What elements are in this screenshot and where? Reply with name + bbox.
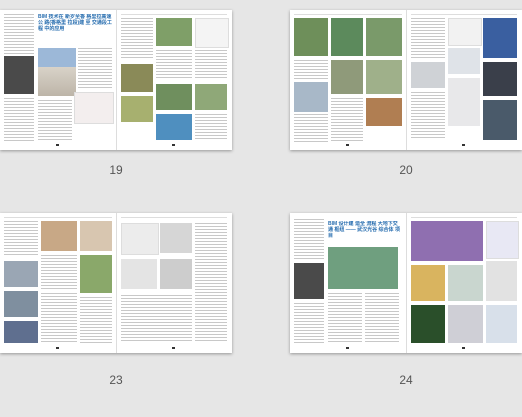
bridge-image (366, 60, 402, 94)
road-image (366, 18, 402, 56)
page-footer-mark (56, 347, 59, 349)
header-rule (294, 14, 402, 15)
text-column (195, 114, 227, 140)
page-spread-24[interactable]: BIM 设计建 造全 流程 大地下交通 枢纽 —— 武汉光谷 综合体 项目 (290, 213, 522, 353)
article-headline: BIM 设计建 造全 流程 大地下交通 枢纽 —— 武汉光谷 综合体 项目 (328, 221, 400, 239)
road-image (366, 98, 402, 126)
model-image (483, 18, 517, 58)
page-spread-19[interactable]: BIM 技术在 新岁至香 格里拉高速公 路(香格里 拉段)建 至 交通段工程 中… (0, 10, 232, 150)
map-image (411, 265, 445, 301)
rendering-image (328, 247, 398, 289)
header-rule (121, 14, 227, 15)
text-column (411, 92, 445, 140)
page-footer-mark (172, 347, 175, 349)
model-image (411, 62, 445, 88)
header-rule (121, 217, 227, 218)
text-column (38, 100, 72, 140)
model-image (160, 259, 192, 289)
header-rule (411, 14, 517, 15)
spread-gutter (406, 213, 407, 353)
article-headline: BIM 技术在 新岁至香 格里拉高速公 路(香格里 拉段)建 至 交通段工程 中… (38, 14, 112, 32)
text-column (121, 295, 192, 343)
text-column (80, 297, 112, 343)
text-column (156, 50, 192, 80)
text-column (294, 303, 324, 343)
text-column (365, 293, 399, 343)
model-image (4, 321, 38, 343)
spread-gutter (116, 213, 117, 353)
text-column (41, 293, 77, 343)
text-column (121, 18, 153, 60)
text-column (411, 18, 445, 58)
model-image (4, 261, 38, 287)
road-image (331, 18, 363, 56)
model-image (4, 291, 38, 317)
terrain-image (156, 18, 192, 46)
text-column (78, 48, 112, 88)
text-column (4, 14, 34, 54)
sidebar-block (294, 263, 324, 299)
aerial-image (195, 84, 227, 110)
page-footer-mark (462, 144, 465, 146)
bridge-image (331, 60, 363, 94)
model-image (160, 223, 192, 253)
text-column (4, 221, 38, 257)
diagram-image (448, 48, 480, 74)
text-column (331, 98, 363, 142)
spread-page-label: 23 (109, 373, 123, 387)
aerial-image (80, 255, 112, 293)
text-column (195, 223, 227, 343)
building-photo (80, 221, 112, 251)
page-spread-20[interactable] (290, 10, 522, 150)
diagram-image (486, 305, 517, 343)
text-column (41, 255, 77, 289)
text-column (4, 98, 34, 143)
model-image (448, 265, 483, 301)
spread-page-label: 20 (399, 163, 413, 177)
road-image (294, 18, 328, 56)
landscape-image (121, 96, 153, 122)
model-image (121, 259, 157, 289)
screen-image (411, 305, 445, 343)
model-image (121, 223, 159, 255)
diagram-image (448, 18, 482, 46)
interior-image (411, 221, 483, 261)
diagram-image (486, 261, 517, 301)
page-footer-mark (346, 144, 349, 146)
page-spread-23[interactable] (0, 213, 232, 353)
page-footer-mark (346, 347, 349, 349)
text-column (328, 293, 362, 343)
sidebar-block (4, 56, 34, 94)
spread-gutter (406, 10, 407, 150)
text-column (195, 50, 227, 80)
model-image (156, 114, 192, 140)
aerial-image (121, 64, 153, 92)
tunnel-image (294, 82, 328, 112)
header-rule (4, 217, 112, 218)
building-photo (41, 221, 77, 251)
road-image (483, 100, 517, 140)
building-photo (38, 48, 76, 96)
spread-page-label: 19 (109, 163, 123, 177)
text-column (294, 114, 328, 142)
diagram-image (486, 221, 519, 259)
spread-page-label: 24 (399, 373, 413, 387)
page-footer-mark (56, 144, 59, 146)
model-image (448, 305, 483, 343)
header-rule (411, 217, 517, 218)
model-image (448, 78, 480, 126)
page-footer-mark (462, 347, 465, 349)
text-column (294, 219, 324, 259)
road-image (483, 62, 517, 96)
route-map-image (74, 92, 114, 124)
page-footer-mark (172, 144, 175, 146)
diagram-image (195, 18, 229, 48)
aerial-image (156, 84, 192, 110)
text-column (294, 60, 328, 80)
spread-gutter (116, 10, 117, 150)
